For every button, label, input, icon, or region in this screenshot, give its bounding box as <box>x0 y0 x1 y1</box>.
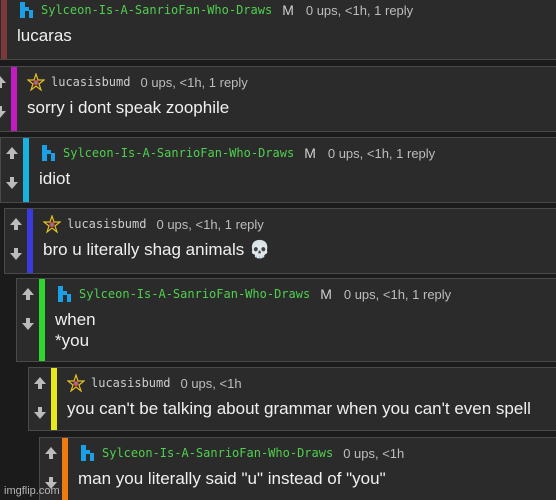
downvote-arrow-icon[interactable] <box>3 174 21 192</box>
username-link[interactable]: lucasisbumd <box>91 376 170 390</box>
comment-meta: lucasisbumd 0 ups, <1h, 1 reply <box>43 215 264 233</box>
username-link[interactable]: Sylceon-Is-A-SanrioFan-Who-Draws <box>41 3 272 17</box>
thread-accent-bar <box>62 438 68 500</box>
thread-accent-bar <box>11 67 17 131</box>
thread-accent-bar <box>1 0 7 59</box>
comment-meta: Sylceon-Is-A-SanrioFan-Who-Draws M 0 ups… <box>39 144 435 162</box>
upvote-arrow-icon[interactable] <box>31 374 49 392</box>
vote-column <box>17 279 39 361</box>
downvote-arrow-icon[interactable] <box>19 315 37 333</box>
thread-accent-bar <box>27 209 33 273</box>
comment-meta: lucasisbumd 0 ups, <1h <box>67 374 242 392</box>
comment-body: bro u literally shag animals 💀 <box>43 240 271 259</box>
vote-column <box>0 67 11 131</box>
downvote-arrow-icon[interactable] <box>31 404 49 422</box>
upvote-arrow-icon[interactable] <box>42 444 60 462</box>
comment-meta: Sylceon-Is-A-SanrioFan-Who-Draws 0 ups, … <box>78 444 404 462</box>
rainbow-star-icon[interactable] <box>27 73 45 91</box>
comment-stats: 0 ups, <1h, 1 reply <box>156 216 264 232</box>
comment-body: man you literally said "u" instead of "y… <box>78 469 386 488</box>
comment-stats: 0 ups, <1h, 1 reply <box>327 145 436 161</box>
blue-figure-icon[interactable] <box>55 285 73 303</box>
comment-body: idiot <box>39 169 71 188</box>
thread-accent-bar <box>23 138 29 202</box>
blue-figure-icon[interactable] <box>17 1 35 19</box>
upvote-arrow-icon[interactable] <box>3 144 21 162</box>
comment-1: Sylceon-Is-A-SanrioFan-Who-Draws M 0 ups… <box>0 0 556 60</box>
mod-badge: M <box>304 145 316 161</box>
vote-column <box>5 209 27 273</box>
watermark: imgflip.com <box>4 485 60 497</box>
username-link[interactable]: Sylceon-Is-A-SanrioFan-Who-Draws <box>102 446 333 460</box>
comment-stats: 0 ups, <1h <box>180 375 242 391</box>
username-link[interactable]: Sylceon-Is-A-SanrioFan-Who-Draws <box>63 146 294 160</box>
comment-stats: 0 ups, <1h <box>343 445 405 461</box>
upvote-arrow-icon[interactable] <box>7 215 25 233</box>
username-link[interactable]: Sylceon-Is-A-SanrioFan-Who-Draws <box>79 287 310 301</box>
comment-meta: Sylceon-Is-A-SanrioFan-Who-Draws M 0 ups… <box>55 285 451 303</box>
comment-stats: 0 ups, <1h, 1 reply <box>305 2 414 18</box>
comment-body: you can't be talking about grammar when … <box>67 399 531 418</box>
mod-badge: M <box>320 286 332 302</box>
comment-meta: Sylceon-Is-A-SanrioFan-Who-Draws M 0 ups… <box>17 1 413 19</box>
vote-column <box>1 138 23 202</box>
comment-stats: 0 ups, <1h, 1 reply <box>140 74 248 90</box>
mod-badge: M <box>282 2 294 18</box>
upvote-arrow-icon[interactable] <box>19 285 37 303</box>
vote-column <box>29 368 51 430</box>
comment-2: lucasisbumd 0 ups, <1h, 1 reply sorry i … <box>0 66 556 132</box>
downvote-arrow-icon[interactable] <box>0 103 9 121</box>
username-link[interactable]: lucasisbumd <box>51 75 130 89</box>
comment-body: sorry i dont speak zoophile <box>27 98 230 117</box>
comment-3: Sylceon-Is-A-SanrioFan-Who-Draws M 0 ups… <box>0 137 556 203</box>
comment-5: Sylceon-Is-A-SanrioFan-Who-Draws M 0 ups… <box>16 278 556 362</box>
downvote-arrow-icon[interactable] <box>7 245 25 263</box>
blue-figure-icon[interactable] <box>78 444 96 462</box>
comment-6: lucasisbumd 0 ups, <1h you can't be talk… <box>28 367 556 431</box>
upvote-arrow-icon[interactable] <box>0 73 9 91</box>
thread-accent-bar <box>39 279 45 361</box>
comment-4: lucasisbumd 0 ups, <1h, 1 reply bro u li… <box>4 208 556 274</box>
comment-body: lucaras <box>17 26 72 45</box>
comment-stats: 0 ups, <1h, 1 reply <box>343 286 452 302</box>
username-link[interactable]: lucasisbumd <box>67 217 146 231</box>
thread-accent-bar <box>51 368 57 430</box>
rainbow-star-icon[interactable] <box>67 374 85 392</box>
rainbow-star-icon[interactable] <box>43 215 61 233</box>
comment-7: Sylceon-Is-A-SanrioFan-Who-Draws 0 ups, … <box>39 437 556 500</box>
comment-meta: lucasisbumd 0 ups, <1h, 1 reply <box>27 73 248 91</box>
blue-figure-icon[interactable] <box>39 144 57 162</box>
comment-body: when *you <box>55 310 96 350</box>
